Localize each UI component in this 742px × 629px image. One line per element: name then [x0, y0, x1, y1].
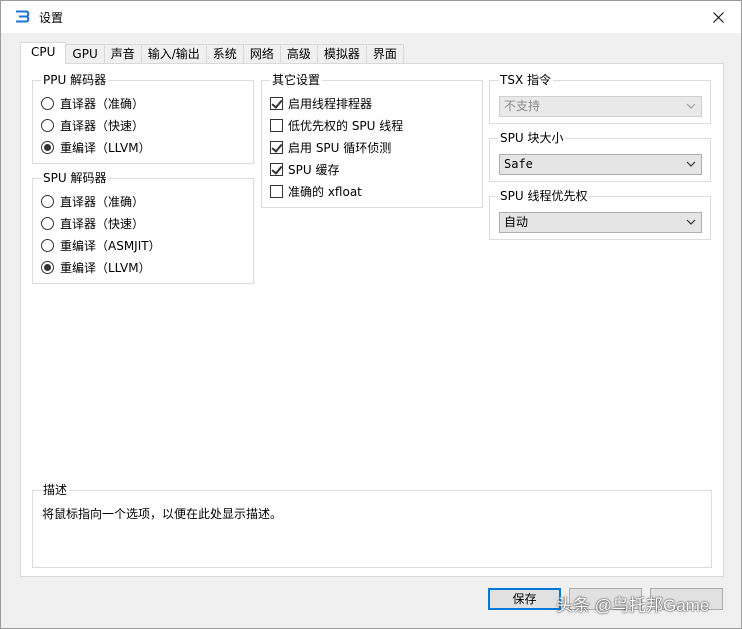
option-label: 重编译（ASMJIT）: [60, 238, 161, 253]
option-label: 重编译（LLVM）: [60, 140, 151, 155]
option-label: 低优先权的 SPU 线程: [288, 118, 404, 133]
close-icon: [712, 11, 724, 23]
window-title: 设置: [39, 11, 64, 25]
spu-thread-priority-select[interactable]: 自动: [499, 212, 702, 233]
spu-cache-checkbox[interactable]: SPU 缓存: [270, 160, 339, 178]
tsx-select: 不支持: [499, 96, 702, 117]
checkbox-checked: [270, 162, 283, 176]
other-settings-group: 其它设置 启用线程排程器 低优先权的 SPU 线程 启用 SPU 循环侦测 SP…: [261, 73, 483, 208]
lower-spu-thread-priority-checkbox[interactable]: 低优先权的 SPU 线程: [270, 116, 403, 134]
close-button[interactable]: [695, 1, 741, 33]
option-label: 直译器（准确）: [60, 194, 145, 209]
description-title: 描述: [41, 483, 70, 497]
ppu-interpreter-precise-radio[interactable]: 直译器（准确）: [41, 94, 144, 112]
radio-indicator-selected: [41, 260, 54, 274]
accurate-xfloat-checkbox[interactable]: 准确的 xfloat: [270, 182, 362, 200]
enable-thread-scheduler-checkbox[interactable]: 启用线程排程器: [270, 94, 372, 112]
checkbox-checked: [270, 96, 283, 110]
tab-emulator[interactable]: 模拟器: [316, 44, 367, 64]
option-label: 启用线程排程器: [288, 96, 373, 111]
tab-gpu[interactable]: GPU: [65, 44, 105, 64]
tab-cpu[interactable]: CPU: [20, 42, 67, 64]
radio-indicator-selected: [41, 140, 54, 154]
spu-block-size-select[interactable]: Safe: [499, 154, 702, 175]
tab-io[interactable]: 输入/输出: [140, 44, 207, 64]
ppu-decoder-title: PPU 解码器: [41, 73, 109, 87]
tsx-select-value: 不支持: [504, 99, 541, 113]
radio-indicator: [41, 194, 54, 208]
spu-recompiler-llvm-radio[interactable]: 重编译（LLVM）: [41, 258, 151, 276]
spu-interpreter-fast-radio[interactable]: 直译器（快速）: [41, 214, 144, 232]
other-settings-title: 其它设置: [270, 73, 323, 87]
spu-block-size-value: Safe: [504, 157, 533, 171]
tab-audio[interactable]: 声音: [103, 44, 142, 64]
tab-system[interactable]: 系统: [205, 44, 244, 64]
option-label: 直译器（快速）: [60, 118, 145, 133]
chevron-down-icon: [686, 103, 696, 109]
checkbox-unchecked: [270, 118, 283, 132]
radio-indicator: [41, 96, 54, 110]
option-label: SPU 缓存: [288, 162, 340, 177]
chevron-down-icon: [686, 219, 696, 225]
spu-interpreter-precise-radio[interactable]: 直译器（准确）: [41, 192, 144, 210]
description-text: 将鼠标指向一个选项，以便在此处显示描述。: [42, 507, 283, 521]
radio-indicator: [41, 118, 54, 132]
tab-advanced[interactable]: 高级: [279, 44, 318, 64]
spu-decoder-title: SPU 解码器: [41, 171, 109, 185]
checkbox-checked: [270, 140, 283, 154]
settings-window: 设置 CPU GPU 声音 输入/输出 系统 网络 高级 模拟器 界面 PPU …: [0, 0, 742, 629]
spu-thread-priority-title: SPU 线程优先权: [498, 189, 590, 203]
spu-loop-detection-checkbox[interactable]: 启用 SPU 循环侦测: [270, 138, 391, 156]
save-button[interactable]: 保存: [488, 588, 561, 610]
cpu-tab-panel: PPU 解码器 直译器（准确） 直译器（快速） 重编译（LLVM） SPU 解码…: [20, 63, 724, 577]
spu-thread-priority-value: 自动: [504, 215, 529, 229]
spu-decoder-group: SPU 解码器 直译器（准确） 直译器（快速） 重编译（ASMJIT） 重编译（…: [32, 171, 254, 284]
option-label: 直译器（准确）: [60, 96, 145, 111]
spu-thread-priority-group: SPU 线程优先权 自动: [489, 189, 711, 240]
spu-block-size-title: SPU 块大小: [498, 131, 566, 145]
option-label: 重编译（LLVM）: [60, 260, 151, 275]
option-label: 准确的 xfloat: [288, 184, 362, 199]
checkbox-unchecked: [270, 184, 283, 198]
tsx-group: TSX 指令 不支持: [489, 73, 711, 124]
spu-recompiler-asmjit-radio[interactable]: 重编译（ASMJIT）: [41, 236, 161, 254]
tab-network[interactable]: 网络: [242, 44, 281, 64]
ppu-interpreter-fast-radio[interactable]: 直译器（快速）: [41, 116, 144, 134]
app-icon: [16, 10, 30, 23]
tab-gui[interactable]: 界面: [365, 44, 404, 64]
chevron-down-icon: [686, 161, 696, 167]
spu-block-size-group: SPU 块大小 Safe: [489, 131, 711, 182]
description-group: 描述 将鼠标指向一个选项，以便在此处显示描述。: [32, 483, 712, 568]
option-label: 直译器（快速）: [60, 216, 145, 231]
radio-indicator: [41, 238, 54, 252]
ppu-decoder-group: PPU 解码器 直译器（准确） 直译器（快速） 重编译（LLVM）: [32, 73, 254, 164]
radio-indicator: [41, 216, 54, 230]
tab-bar: CPU GPU 声音 输入/输出 系统 网络 高级 模拟器 界面: [20, 42, 404, 64]
ppu-recompiler-llvm-radio[interactable]: 重编译（LLVM）: [41, 138, 151, 156]
watermark: 头条 @乌托邦Game: [556, 596, 710, 615]
title-bar: 设置: [1, 1, 741, 33]
tsx-title: TSX 指令: [498, 73, 553, 87]
option-label: 启用 SPU 循环侦测: [288, 140, 392, 155]
